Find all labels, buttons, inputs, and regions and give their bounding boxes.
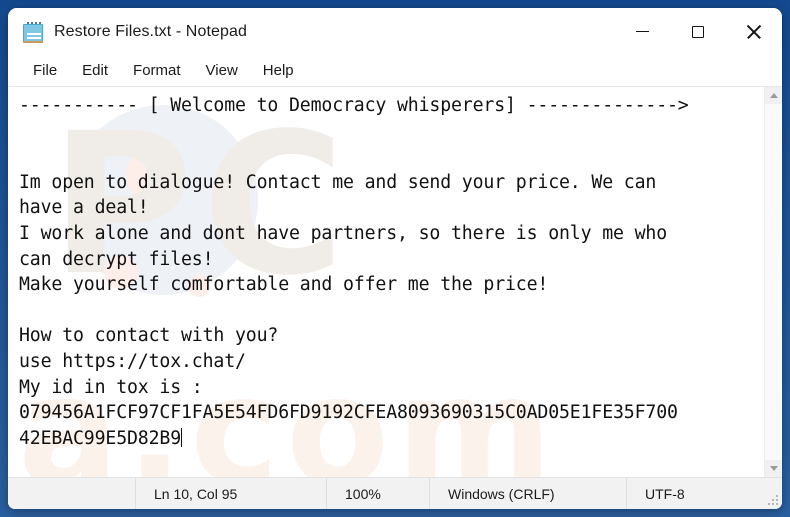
notepad-icon <box>23 21 43 43</box>
maximize-icon <box>692 25 704 38</box>
text-line: 079456A1FCF97CF1FA5E54FD6FD9192CFEA80936… <box>19 402 678 424</box>
text-line <box>19 119 764 145</box>
scroll-down-button[interactable] <box>765 460 782 477</box>
close-icon <box>746 24 762 40</box>
minimize-button[interactable] <box>614 8 670 55</box>
window-controls <box>614 8 782 55</box>
text-editor[interactable]: PC a.com ----------- [ Welcome to Democr… <box>8 87 764 477</box>
status-bar: Ln 10, Col 95 100% Windows (CRLF) UTF-8 <box>8 477 782 509</box>
text-line: can decrypt files! <box>19 248 214 270</box>
text-line: have a deal! <box>19 197 149 219</box>
text-line: 42EBAC99E5D82B9 <box>19 427 182 449</box>
status-cursor-position[interactable]: Ln 10, Col 95 <box>135 478 326 509</box>
scroll-up-icon <box>769 93 778 98</box>
title-bar-left: Restore Files.txt - Notepad <box>8 21 247 43</box>
menu-item-format[interactable]: Format <box>122 59 192 82</box>
text-line <box>19 144 764 170</box>
text-line: Im open to dialogue! Contact me and send… <box>19 171 657 193</box>
notepad-window: Restore Files.txt - Notepad File Edit Fo… <box>8 8 782 509</box>
menu-item-file[interactable]: File <box>22 59 68 82</box>
resize-grip-icon[interactable] <box>768 495 778 505</box>
text-caret <box>181 427 182 447</box>
status-zoom-level[interactable]: 100% <box>326 478 429 509</box>
text-line: use https://tox.chat/ <box>19 350 246 372</box>
text-line: My id in tox is : <box>19 376 203 398</box>
minimize-icon <box>635 30 649 33</box>
menu-item-help[interactable]: Help <box>252 59 305 82</box>
text-line: How to contact with you? <box>19 325 279 347</box>
status-line-ending[interactable]: Windows (CRLF) <box>429 478 626 509</box>
text-line: Make yourself comfortable and offer me t… <box>19 274 549 296</box>
maximize-button[interactable] <box>670 8 726 55</box>
menu-item-view[interactable]: View <box>195 59 249 82</box>
editor-area: PC a.com ----------- [ Welcome to Democr… <box>8 87 782 477</box>
close-button[interactable] <box>726 8 782 55</box>
menu-bar: File Edit Format View Help <box>8 55 782 87</box>
title-bar[interactable]: Restore Files.txt - Notepad <box>8 8 782 55</box>
scrollbar-track[interactable] <box>765 104 782 460</box>
vertical-scrollbar[interactable] <box>764 87 782 477</box>
scroll-up-button[interactable] <box>765 87 782 104</box>
menu-item-edit[interactable]: Edit <box>71 59 119 82</box>
status-encoding[interactable]: UTF-8 <box>626 478 782 509</box>
status-bar-spacer <box>8 478 135 509</box>
text-line: ----------- [ Welcome to Democracy whisp… <box>19 95 689 116</box>
ransom-note-text: ----------- [ Welcome to Democracy whisp… <box>19 93 764 451</box>
text-line <box>19 298 764 324</box>
desktop-background: Restore Files.txt - Notepad File Edit Fo… <box>0 0 790 517</box>
window-title: Restore Files.txt - Notepad <box>54 22 247 40</box>
text-line: I work alone and dont have partners, so … <box>19 222 667 244</box>
scroll-down-icon <box>769 466 778 471</box>
